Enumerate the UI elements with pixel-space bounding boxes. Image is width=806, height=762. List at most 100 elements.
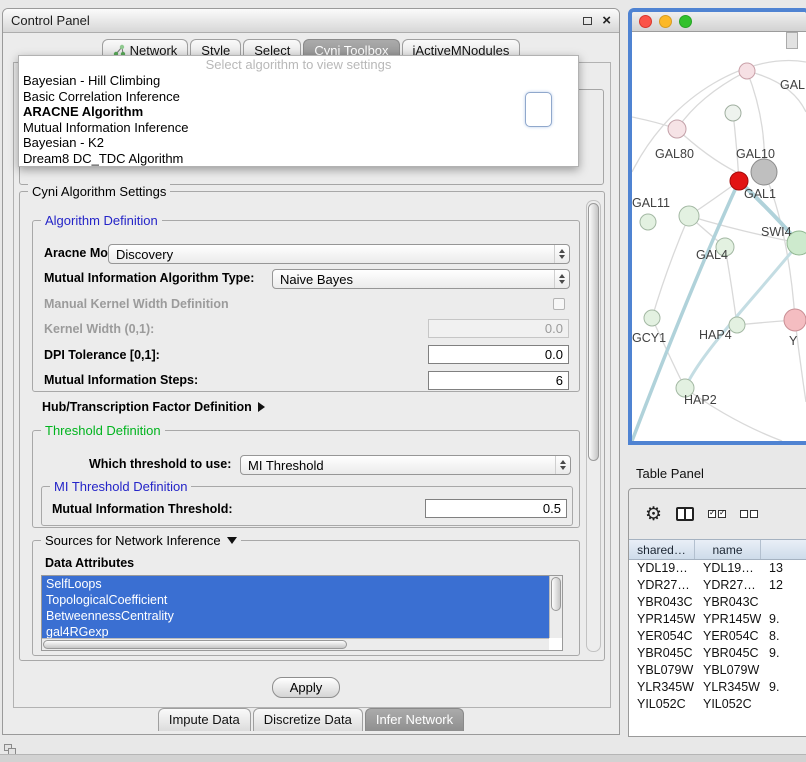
node-label: HAP2 xyxy=(684,393,717,407)
aracne-mode-combobox[interactable]: Discovery xyxy=(108,244,570,264)
cell[interactable] xyxy=(761,662,806,679)
network-node[interactable] xyxy=(668,120,686,138)
combobox-stepper-icon[interactable] xyxy=(554,270,569,288)
settings-scrollbar[interactable] xyxy=(586,200,601,652)
cell[interactable]: YBR043C xyxy=(695,594,761,611)
cell[interactable]: YBR043C xyxy=(629,594,695,611)
column-header-cut[interactable] xyxy=(761,540,806,559)
tab-infer-network[interactable]: Infer Network xyxy=(365,708,464,731)
column-header-name[interactable]: name xyxy=(695,540,761,559)
gear-icon[interactable]: ⚙ xyxy=(645,505,662,524)
cell[interactable]: 9. xyxy=(761,679,806,696)
cell[interactable] xyxy=(761,594,806,611)
cell[interactable]: 13 xyxy=(761,560,806,577)
minimize-traffic-light-icon[interactable] xyxy=(659,15,672,28)
cell[interactable]: YIL052C xyxy=(629,696,695,713)
network-canvas[interactable]: GAL GAL80 GAL10 GAL11 GAL1 SWI4 GAL4 GCY… xyxy=(632,32,806,441)
zoom-traffic-light-icon[interactable] xyxy=(679,15,692,28)
kernel-width-field[interactable]: 0.0 xyxy=(428,319,569,338)
network-edge[interactable] xyxy=(795,320,806,402)
cell[interactable]: YER054C xyxy=(629,628,695,645)
dropdown-item[interactable]: Bayesian - K2 xyxy=(19,135,578,151)
manual-kernel-width-checkbox[interactable] xyxy=(553,298,565,310)
expander-arrow-icon[interactable] xyxy=(227,537,237,544)
network-scrollbar-remnant[interactable] xyxy=(786,32,798,49)
clear-all-checks-icon[interactable] xyxy=(740,510,758,518)
network-node[interactable] xyxy=(679,206,699,226)
table-row[interactable]: YDL19… YDL19… 13 xyxy=(629,560,806,577)
table-row[interactable]: YLR345W YLR345W 9. xyxy=(629,679,806,696)
combobox-stepper-icon[interactable] xyxy=(555,456,570,474)
cell[interactable]: YBL079W xyxy=(695,662,761,679)
dropdown-item[interactable]: Basic Correlation Inference xyxy=(19,89,578,105)
node-label: GAL1 xyxy=(744,187,776,201)
list-item[interactable]: SelfLoops xyxy=(42,576,549,592)
cell[interactable]: 12 xyxy=(761,577,806,594)
control-panel-titlebar[interactable]: Control Panel × xyxy=(3,9,619,33)
cell[interactable] xyxy=(761,696,806,713)
hub-definition-expander[interactable]: Hub/Transcription Factor Definition xyxy=(42,400,265,414)
mi-threshold-field[interactable]: 0.5 xyxy=(425,499,567,518)
columns-icon[interactable] xyxy=(676,507,694,521)
list-horizontal-scrollbar[interactable] xyxy=(42,638,549,650)
list-item[interactable]: TopologicalCoefficient xyxy=(42,592,549,608)
network-node[interactable] xyxy=(739,63,755,79)
table-row[interactable]: YER054C YER054C 8. xyxy=(629,628,806,645)
close-traffic-light-icon[interactable] xyxy=(639,15,652,28)
mi-algorithm-type-combobox[interactable]: Naive Bayes xyxy=(272,269,570,289)
scrollbar-thumb[interactable] xyxy=(551,577,561,611)
expander-arrow-icon[interactable] xyxy=(258,402,265,412)
table-row[interactable]: YIL052C YIL052C xyxy=(629,696,806,713)
cell[interactable]: YPR145W xyxy=(629,611,695,628)
data-attributes-list[interactable]: SelfLoops TopologicalCoefficient Between… xyxy=(41,575,563,651)
settings-scrollbar-thumb[interactable] xyxy=(588,203,599,461)
sources-expander[interactable]: Sources for Network Inference xyxy=(41,533,241,548)
apply-button[interactable]: Apply xyxy=(272,677,340,698)
mi-steps-field[interactable]: 6 xyxy=(428,371,569,390)
network-node[interactable] xyxy=(725,105,741,121)
dropdown-item[interactable]: Dream8 DC_TDC Algorithm xyxy=(19,151,578,167)
table-row[interactable]: YPR145W YPR145W 9. xyxy=(629,611,806,628)
network-node[interactable] xyxy=(644,310,660,326)
cell[interactable]: YDR27… xyxy=(695,577,761,594)
cell[interactable]: YBR045C xyxy=(695,645,761,662)
close-icon[interactable]: × xyxy=(602,13,611,28)
cell[interactable]: YBL079W xyxy=(629,662,695,679)
cell[interactable]: YDR27… xyxy=(629,577,695,594)
which-threshold-combobox[interactable]: MI Threshold xyxy=(240,455,571,475)
network-node[interactable] xyxy=(640,214,656,230)
cell[interactable]: YDL19… xyxy=(629,560,695,577)
cell[interactable]: YER054C xyxy=(695,628,761,645)
tab-discretize-data[interactable]: Discretize Data xyxy=(253,708,363,731)
dropdown-item-selected[interactable]: ARACNE Algorithm xyxy=(19,104,578,120)
dpi-tolerance-field[interactable]: 0.0 xyxy=(428,345,569,364)
cell[interactable]: YDL19… xyxy=(695,560,761,577)
network-edge[interactable] xyxy=(652,216,689,318)
table-row[interactable]: YBL079W YBL079W xyxy=(629,662,806,679)
cell[interactable]: YLR345W xyxy=(629,679,695,696)
network-node-gal10[interactable] xyxy=(751,159,777,185)
select-all-checks-icon[interactable] xyxy=(708,510,726,518)
table-row[interactable]: YBR043C YBR043C xyxy=(629,594,806,611)
cell[interactable]: 9. xyxy=(761,611,806,628)
dropdown-item[interactable]: Mutual Information Inference xyxy=(19,120,578,136)
minimize-icon[interactable] xyxy=(583,17,592,25)
combobox-stepper-icon[interactable] xyxy=(554,245,569,263)
dropdown-item[interactable]: Bayesian - Hill Climbing xyxy=(19,73,578,89)
cell[interactable]: YPR145W xyxy=(695,611,761,628)
node-label: GAL10 xyxy=(736,147,775,161)
cell[interactable]: YBR045C xyxy=(629,645,695,662)
cell[interactable]: YLR345W xyxy=(695,679,761,696)
network-node-pink[interactable] xyxy=(784,309,806,331)
cell[interactable]: 9. xyxy=(761,645,806,662)
network-window-titlebar[interactable] xyxy=(632,12,806,32)
column-header-shared-name[interactable]: shared… xyxy=(629,540,695,559)
list-item[interactable]: BetweennessCentrality xyxy=(42,608,549,624)
tab-impute-data[interactable]: Impute Data xyxy=(158,708,251,731)
list-vertical-scrollbar[interactable] xyxy=(549,576,562,638)
cell[interactable]: 8. xyxy=(761,628,806,645)
table-row[interactable]: YDR27… YDR27… 12 xyxy=(629,577,806,594)
scrollbar-thumb[interactable] xyxy=(43,640,347,649)
cell[interactable]: YIL052C xyxy=(695,696,761,713)
table-row[interactable]: YBR045C YBR045C 9. xyxy=(629,645,806,662)
